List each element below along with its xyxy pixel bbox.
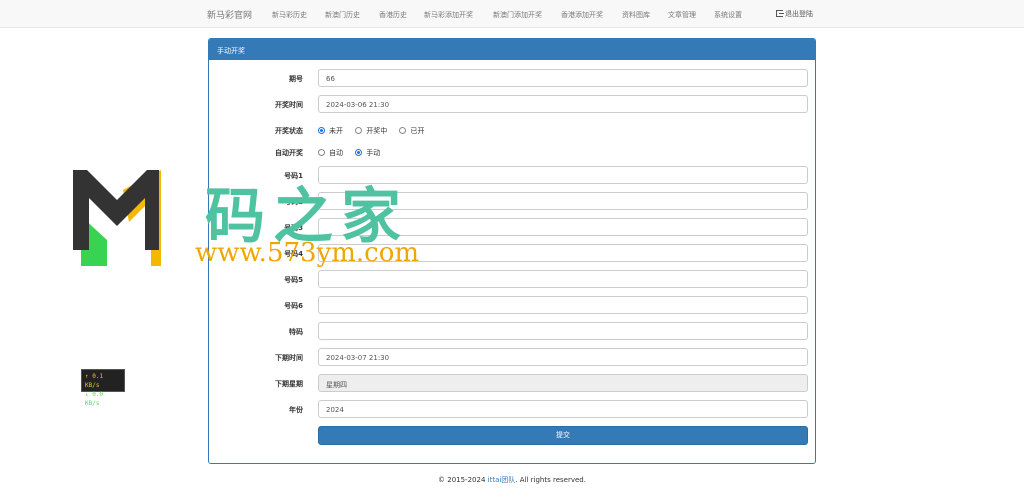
auto-draw-radio-group: 自动 手动 <box>318 148 390 158</box>
radio-unchecked-icon <box>399 127 407 134</box>
status-radio-group: 未开 开奖中 已开 <box>318 126 434 136</box>
status-option-unopened[interactable]: 未开 <box>318 127 343 135</box>
num6-input[interactable] <box>318 296 808 314</box>
watermark-url: www.573ym.com <box>195 238 420 268</box>
auto-draw-label: 自动开奖 <box>275 149 303 157</box>
special-label: 特码 <box>289 328 303 336</box>
footer-rights: . All rights reserved. <box>515 476 586 484</box>
next-weekday-label: 下期星期 <box>275 380 303 388</box>
year-input[interactable]: 2024 <box>318 400 808 418</box>
next-time-input[interactable]: 2024-03-07 21:30 <box>318 348 808 366</box>
nav-item-macau-add-draw[interactable]: 新澳门添加开奖 <box>493 10 542 20</box>
radio-checked-icon <box>318 127 325 134</box>
nav-item-xmc-add-draw[interactable]: 新马彩添加开奖 <box>424 10 473 20</box>
special-input[interactable] <box>318 322 808 340</box>
upload-speed: ↑ 0.1 KB/s <box>85 373 104 389</box>
nav-item-settings[interactable]: 系统设置 <box>714 10 742 20</box>
year-label: 年份 <box>289 406 303 414</box>
footer-team-link[interactable]: ittai团队 <box>488 476 516 484</box>
brand-link[interactable]: 新马彩官网 <box>207 8 252 21</box>
num5-input[interactable] <box>318 270 808 288</box>
period-label: 期号 <box>289 75 303 83</box>
draw-time-input[interactable]: 2024-03-06 21:30 <box>318 95 808 113</box>
draw-time-label: 开奖时间 <box>275 101 303 109</box>
watermark-logo-icon <box>73 170 161 266</box>
auto-option-auto[interactable]: 自动 <box>318 149 343 157</box>
nav-item-gallery[interactable]: 资料图库 <box>622 10 650 20</box>
logout-icon <box>776 10 784 17</box>
radio-unchecked-icon <box>355 127 363 134</box>
auto-option-manual[interactable]: 手动 <box>355 149 380 157</box>
radio-unchecked-icon <box>318 149 325 156</box>
nav-item-articles[interactable]: 文章管理 <box>668 10 696 20</box>
nav-item-hk-history[interactable]: 香港历史 <box>379 10 407 20</box>
network-speed-widget: ↑ 0.1 KB/s ↓ 0.0 KB/s <box>81 369 125 407</box>
submit-button[interactable]: 提交 <box>318 426 808 445</box>
num6-label: 号码6 <box>284 302 303 310</box>
top-navbar: 新马彩官网 新马彩历史 新澳门历史 香港历史 新马彩添加开奖 新澳门添加开奖 香… <box>0 0 1024 28</box>
status-option-drawing[interactable]: 开奖中 <box>355 127 387 135</box>
logout-label: 退出登陆 <box>785 10 813 18</box>
num5-label: 号码5 <box>284 276 303 284</box>
status-label: 开奖状态 <box>275 127 303 135</box>
nav-item-xmc-history[interactable]: 新马彩历史 <box>272 10 307 20</box>
footer: © 2015-2024 ittai团队. All rights reserved… <box>0 475 1024 485</box>
nav-item-macau-history[interactable]: 新澳门历史 <box>325 10 360 20</box>
download-speed: ↓ 0.0 KB/s <box>85 391 104 407</box>
panel-title: 手动开奖 <box>209 39 815 60</box>
next-weekday-input: 星期四 <box>318 374 808 392</box>
nav-item-hk-add-draw[interactable]: 香港添加开奖 <box>561 10 603 20</box>
radio-checked-icon <box>355 149 363 156</box>
period-input[interactable]: 66 <box>318 69 808 87</box>
footer-copyright: © 2015-2024 <box>438 476 488 484</box>
next-time-label: 下期时间 <box>275 354 303 362</box>
status-option-opened[interactable]: 已开 <box>399 127 424 135</box>
logout-link[interactable]: 退出登陆 <box>776 9 813 19</box>
